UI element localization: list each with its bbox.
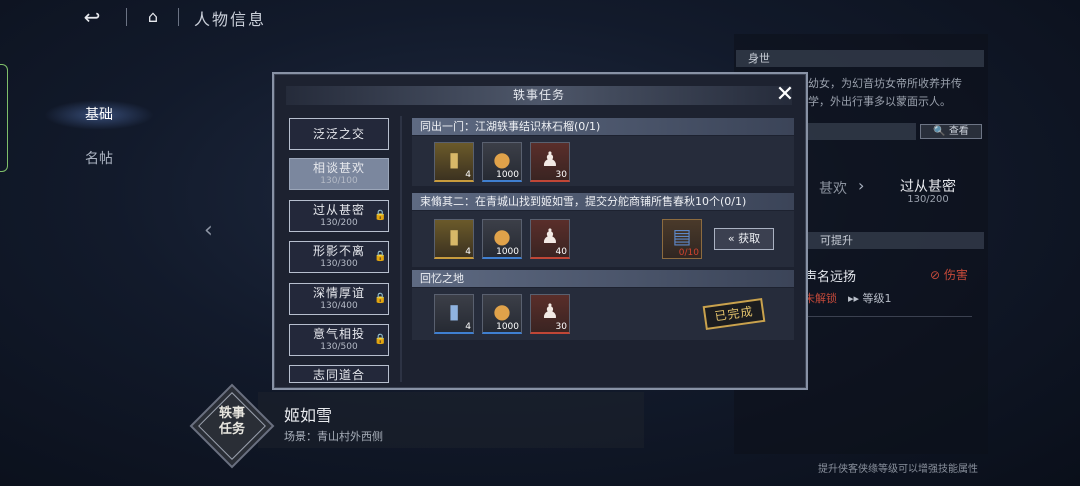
stage-item[interactable]: 意气相投 130/500 🔒 [289, 324, 389, 356]
reward-qty: 4 [465, 247, 471, 257]
coin-icon: ● [493, 224, 511, 248]
get-button[interactable]: « 获取 [714, 228, 774, 250]
modal-title: 轶事任务 [286, 86, 792, 105]
view-button-label: 查看 [948, 126, 969, 137]
reward-qty: 30 [555, 170, 567, 180]
nav-item-card[interactable]: 名帖 [44, 144, 154, 174]
relation-prev-label: 甚欢 [819, 181, 847, 197]
character-scene: 场景：青山村外西侧 [284, 430, 383, 443]
identity-text-2: 学，外出行事多以蒙面示人。 [808, 95, 951, 108]
reward-qty: 1000 [496, 170, 519, 180]
stage-item[interactable]: 志同道合 [289, 365, 389, 383]
get-button-label: 获取 [738, 232, 761, 245]
reward-slot[interactable]: ▮ 4 [434, 294, 474, 334]
reward-qty: 30 [555, 322, 567, 332]
token-icon: ▮ [448, 299, 460, 323]
skill-level: ▸▸ 等级1 [848, 292, 892, 305]
figure-icon: ♟ [541, 299, 559, 323]
chevron-left-icon[interactable]: ‹ [204, 218, 213, 243]
reward-slot[interactable]: ● 1000 [482, 219, 522, 259]
divider [178, 8, 179, 26]
required-item-slot[interactable]: ▤ 0/10 [662, 219, 702, 259]
quest-badge-line2: 任务 [218, 422, 245, 437]
token-icon: ▮ [448, 224, 460, 248]
skill-damage-tag: ⊘ 伤害 [930, 268, 968, 282]
figure-icon: ♟ [541, 147, 559, 171]
coin-icon: ● [493, 147, 511, 171]
section-header-identity: 身世 [736, 50, 984, 67]
view-button[interactable]: 🔍 查看 [920, 124, 982, 139]
divider [126, 8, 127, 26]
reward-qty: 4 [465, 322, 471, 332]
relation-current-progress: 130/200 [907, 194, 949, 205]
relation-current-label: 过从甚密 [900, 179, 956, 195]
reward-slot[interactable]: ♟ 30 [530, 294, 570, 334]
divider [804, 316, 972, 317]
stage-label: 泛泛之交 [312, 127, 365, 141]
side-drawer-handle[interactable] [0, 64, 8, 172]
skill-name: 声名远扬 [804, 270, 857, 285]
reward-slot[interactable]: ▮ 4 [434, 142, 474, 182]
coin-icon: ● [493, 299, 511, 323]
reward-qty: 4 [465, 170, 471, 180]
close-icon[interactable]: ✕ [774, 84, 796, 106]
search-icon: 🔍 [933, 126, 946, 137]
book-icon: ▤ [672, 224, 692, 248]
stage-progress: 130/100 [320, 176, 358, 186]
stage-item[interactable]: 形影不离 130/300 🔒 [289, 241, 389, 273]
stage-item[interactable]: 过从甚密 130/200 🔒 [289, 200, 389, 232]
required-item-qty: 0/10 [678, 248, 699, 258]
scrollbar-track[interactable] [400, 116, 402, 382]
home-icon[interactable]: ⌂ [142, 6, 164, 28]
lock-icon: 🔒 [374, 293, 387, 304]
reward-slot[interactable]: ♟ 30 [530, 142, 570, 182]
character-name: 姬如雪 [284, 406, 333, 425]
reward-slot[interactable]: ▮ 4 [434, 219, 474, 259]
token-icon: ▮ [448, 147, 460, 171]
page-title: 人物信息 [194, 10, 267, 29]
stage-label: 相谈甚欢 [312, 161, 365, 175]
double-chevron-left-icon: « [727, 232, 735, 245]
back-icon[interactable]: ↩ [80, 6, 104, 28]
reward-qty: 1000 [496, 322, 519, 332]
stage-label: 志同道合 [312, 368, 365, 382]
reward-qty: 40 [555, 247, 567, 257]
skill-lock-status: 未解锁 [804, 292, 837, 305]
lock-icon: 🔒 [374, 210, 387, 221]
lock-icon: 🔒 [374, 251, 387, 262]
identity-text-1: 幼女，为幻音坊女帝所收养并传 [808, 77, 962, 90]
reward-slot[interactable]: ● 1000 [482, 142, 522, 182]
lock-icon: 🔒 [374, 334, 387, 345]
skill-level-label: 等级1 [862, 292, 892, 305]
chevron-right-icon: › [858, 176, 865, 195]
stage-item[interactable]: 深情厚谊 130/400 🔒 [289, 283, 389, 315]
hint-text: 提升侠客侠缘等级可以增强技能属性 [818, 464, 978, 475]
figure-icon: ♟ [541, 224, 559, 248]
reward-qty: 1000 [496, 247, 519, 257]
task-title: 束翛其二：在青城山找到姬如雪，提交分舵商铺所售春秋10个(0/1) [412, 193, 794, 210]
section-header-upgrade: 可提升 [808, 232, 984, 249]
nav-item-basic[interactable]: 基础 [44, 100, 154, 130]
stage-item[interactable]: 泛泛之交 [289, 118, 389, 150]
quest-badge-label: 轶事 任务 [206, 406, 258, 438]
quest-badge-line1: 轶事 [218, 406, 245, 421]
skill-damage-label: 伤害 [943, 268, 968, 282]
task-title: 同出一门：江湖轶事结识林石榴(0/1) [412, 118, 794, 135]
stage-item[interactable]: 相谈甚欢 130/100 [289, 158, 389, 190]
reward-slot[interactable]: ● 1000 [482, 294, 522, 334]
task-title: 回忆之地 [412, 270, 794, 287]
reward-slot[interactable]: ♟ 40 [530, 219, 570, 259]
